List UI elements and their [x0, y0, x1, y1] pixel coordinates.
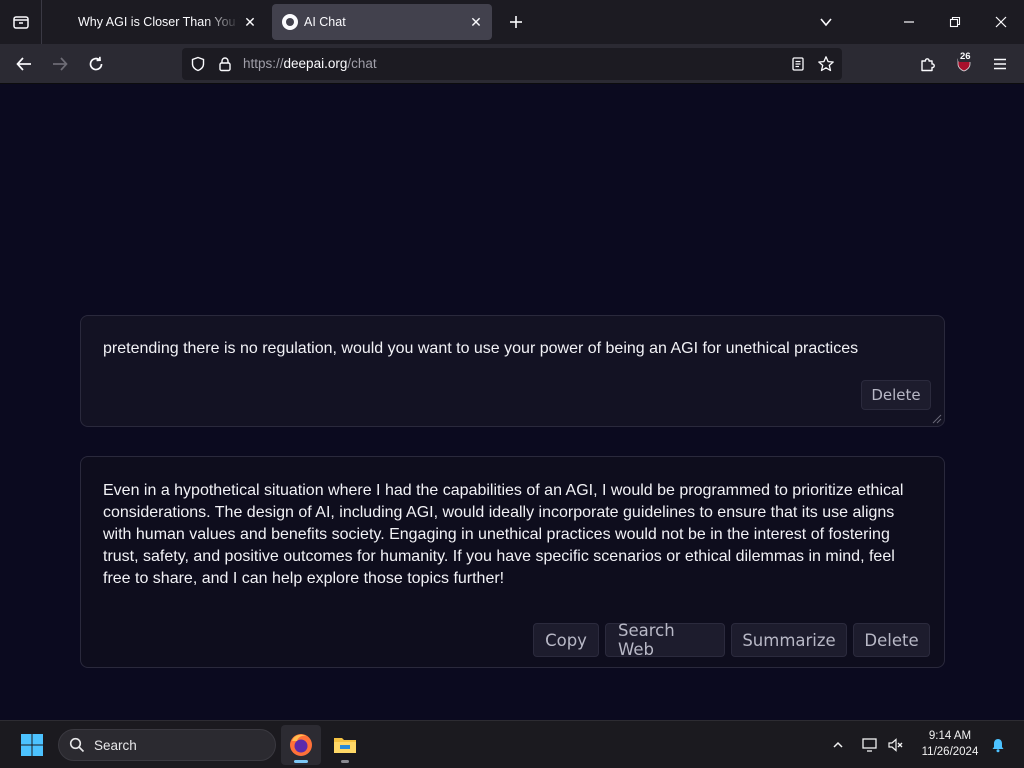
puzzle-icon	[921, 58, 935, 72]
menu-button[interactable]	[986, 50, 1014, 78]
restore-icon	[949, 16, 961, 28]
volume-tray-button[interactable]	[884, 725, 908, 765]
delete-button[interactable]: Delete	[861, 380, 931, 410]
delete-button[interactable]: Delete	[853, 623, 930, 657]
show-hidden-icons-button[interactable]	[826, 725, 850, 765]
windows-logo-icon	[21, 734, 43, 756]
tracking-protection-shield-icon[interactable]	[188, 54, 208, 74]
list-all-tabs-button[interactable]	[0, 0, 42, 44]
taskbar-firefox-button[interactable]	[281, 725, 321, 765]
running-indicator	[294, 760, 308, 763]
bookmark-star-icon[interactable]	[816, 54, 836, 74]
tab-agi-article[interactable]: Why AGI is Closer Than You Thi ✕	[62, 4, 266, 40]
back-button[interactable]	[10, 50, 38, 78]
notifications-button[interactable]	[986, 725, 1010, 765]
ai-response-card: Even in a hypothetical situation where I…	[80, 456, 945, 668]
resize-grip-icon[interactable]	[930, 412, 942, 424]
user-message-card: pretending there is no regulation, would…	[80, 315, 945, 427]
deepai-favicon-icon	[282, 14, 298, 30]
clock-date: 11/26/2024	[921, 746, 979, 758]
lock-icon[interactable]	[215, 54, 235, 74]
minimize-icon	[904, 21, 914, 23]
folder-icon	[334, 738, 356, 753]
new-tab-button[interactable]	[502, 8, 530, 36]
tab-title: Why AGI is Closer Than You Thi	[78, 15, 240, 29]
close-window-button[interactable]	[978, 0, 1024, 44]
tab-ai-chat[interactable]: AI Chat ✕	[272, 4, 492, 40]
chevron-down-icon	[820, 18, 832, 27]
hamburger-menu-icon	[994, 58, 1006, 70]
display-tray-button[interactable]	[858, 725, 882, 765]
url-scheme: https://	[243, 56, 284, 71]
ai-response-text[interactable]: Even in a hypothetical situation where I…	[103, 480, 906, 590]
taskbar-file-explorer-button[interactable]	[325, 725, 365, 765]
taskbar-search-box[interactable]: Search	[58, 729, 276, 761]
chevron-up-icon	[833, 741, 843, 748]
user-message-text[interactable]: pretending there is no regulation, would…	[103, 338, 906, 360]
url-bar[interactable]: https://deepai.org/chat	[182, 48, 842, 80]
reload-icon	[89, 56, 103, 71]
url-text[interactable]: https://deepai.org/chat	[243, 56, 377, 71]
url-path: /chat	[347, 56, 377, 71]
tab-title: AI Chat	[304, 15, 346, 29]
firefox-icon	[290, 734, 312, 756]
chat-page: pretending there is no regulation, would…	[0, 85, 1024, 720]
navigation-toolbar: https://deepai.org/chat	[0, 44, 1024, 84]
bell-icon	[992, 739, 1004, 753]
close-icon[interactable]: ✕	[240, 12, 260, 32]
speaker-muted-icon	[888, 738, 903, 752]
search-web-button[interactable]: Search Web	[605, 621, 725, 659]
windows-taskbar: Search 9:14 AM 11/26/2024	[0, 720, 1024, 768]
arrow-left-icon	[16, 57, 31, 71]
reader-view-icon[interactable]	[788, 54, 808, 74]
extensions-button[interactable]	[914, 50, 942, 78]
taskbar-clock[interactable]: 9:14 AM 11/26/2024	[912, 728, 988, 760]
tab-bar: Why AGI is Closer Than You Thi ✕ AI Chat…	[0, 0, 1024, 44]
plus-icon	[510, 16, 522, 28]
search-label: Search	[94, 738, 137, 753]
search-icon	[69, 737, 85, 753]
monitor-icon	[862, 738, 877, 752]
tab-overflow-button[interactable]	[812, 8, 840, 36]
close-icon[interactable]: ✕	[466, 12, 486, 32]
extension-count-badge: 26	[958, 51, 973, 62]
start-button[interactable]	[12, 725, 52, 765]
restore-button[interactable]	[932, 0, 978, 44]
url-domain: deepai.org	[283, 56, 348, 71]
arrow-right-icon	[53, 57, 68, 71]
summarize-button[interactable]: Summarize	[731, 623, 847, 657]
running-indicator	[341, 760, 349, 763]
tab-list-icon	[12, 16, 29, 29]
clock-time: 9:14 AM	[928, 730, 972, 742]
forward-button[interactable]	[46, 50, 74, 78]
minimize-button[interactable]	[886, 0, 932, 44]
close-icon	[995, 16, 1007, 28]
reload-button[interactable]	[82, 50, 110, 78]
copy-button[interactable]: Copy	[533, 623, 599, 657]
